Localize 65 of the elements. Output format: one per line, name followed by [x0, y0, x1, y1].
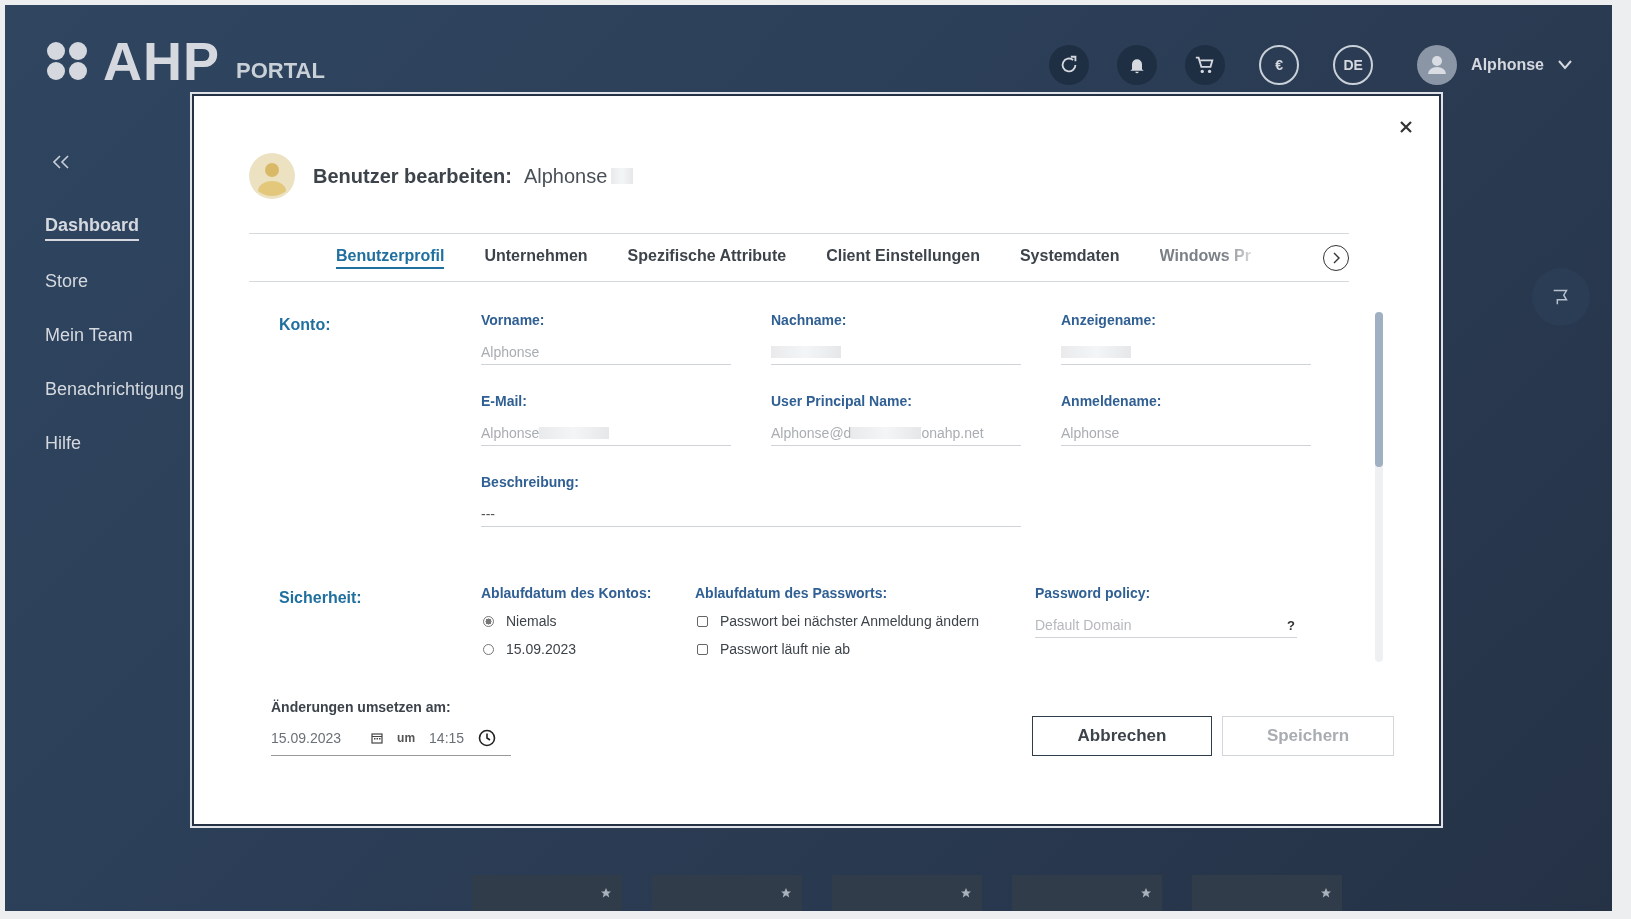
currency-button[interactable]: € [1259, 45, 1300, 85]
tab[interactable]: Unternehmen [484, 246, 588, 269]
tile[interactable] [832, 875, 982, 911]
option-label: 15.09.2023 [506, 641, 577, 657]
field-label: Ablaufdatum des Kontos: [481, 585, 653, 601]
tab[interactable]: Windows Pr [1159, 246, 1251, 269]
star-icon[interactable] [600, 887, 612, 899]
star-icon[interactable] [780, 887, 792, 899]
option-label: Niemals [506, 613, 557, 629]
chevron-right-icon[interactable] [1331, 251, 1341, 264]
star-icon[interactable] [1320, 887, 1332, 899]
language-button[interactable]: DE [1333, 45, 1374, 85]
dialog-button[interactable]: Abbrechen [1032, 716, 1212, 756]
avatar-icon[interactable] [1417, 45, 1458, 85]
input-field[interactable]: --- [481, 502, 1021, 527]
cart-button[interactable] [1185, 45, 1226, 85]
section-label: Sicherheit: [279, 588, 363, 608]
scrollbar-thumb[interactable] [1375, 312, 1383, 467]
field-label: Änderungen umsetzen am: [271, 699, 452, 715]
field-label: Nachname: [771, 312, 848, 328]
tile[interactable] [652, 875, 802, 911]
logo-text: AHP [103, 41, 220, 81]
tab[interactable]: Client Einstellungen [826, 246, 980, 269]
sidebar-item[interactable]: Store [45, 271, 89, 295]
user-name: Alphonse [523, 164, 608, 188]
section-label: Konto: [279, 315, 332, 335]
date-value[interactable]: 15.09.2023 [271, 730, 342, 746]
option-label: Passwort bei nächster Anmeldung ändern [720, 613, 980, 629]
notification-button[interactable] [1117, 45, 1158, 85]
tab[interactable]: Systemdaten [1019, 246, 1120, 269]
option-label: Passwort läuft nie ab [720, 641, 850, 657]
checkbox[interactable] [697, 615, 708, 627]
field-label: Password policy: [1035, 585, 1152, 601]
sidebar-item[interactable]: Hilfe [45, 433, 81, 457]
avatar-icon [249, 153, 295, 199]
sidebar-item[interactable]: Dashboard [45, 215, 140, 241]
tile[interactable] [1192, 875, 1342, 911]
collapse-icon[interactable] [53, 155, 69, 169]
field-label: Anmeldename: [1061, 393, 1163, 409]
field-label: Vorname: [481, 312, 546, 328]
tile[interactable] [472, 875, 622, 911]
dialog-title: Benutzer bearbeiten: [313, 164, 512, 188]
field-label: Anzeigename: [1061, 312, 1157, 328]
tile[interactable] [1012, 875, 1162, 911]
star-icon[interactable] [960, 887, 972, 899]
tab[interactable]: Spezifische Attribute [627, 246, 787, 269]
time-value[interactable]: 14:15 [429, 730, 465, 746]
caret-icon [1558, 60, 1572, 70]
radio-button[interactable] [483, 615, 494, 627]
field-label: Beschreibung: [481, 474, 580, 490]
field-label: Ablaufdatum des Passworts: [695, 585, 889, 601]
star-icon[interactable] [1140, 887, 1152, 899]
field-label: User Principal Name: [771, 393, 913, 409]
calendar-icon[interactable] [371, 732, 384, 744]
user-menu[interactable]: Alphonse [1471, 56, 1544, 74]
logo-subtitle: PORTAL [236, 61, 325, 81]
sidebar-item[interactable]: Mein Team [45, 325, 133, 349]
clock-icon[interactable] [478, 729, 497, 747]
sidebar-item[interactable]: Benachrichtigung [45, 379, 185, 403]
time-separator: um [397, 731, 416, 745]
help-icon[interactable]: ? [1287, 617, 1297, 633]
tab[interactable]: Benutzerprofil [336, 246, 445, 269]
checkbox[interactable] [697, 643, 708, 655]
refresh-button[interactable] [1049, 45, 1090, 85]
field-label: E-Mail: [481, 393, 528, 409]
